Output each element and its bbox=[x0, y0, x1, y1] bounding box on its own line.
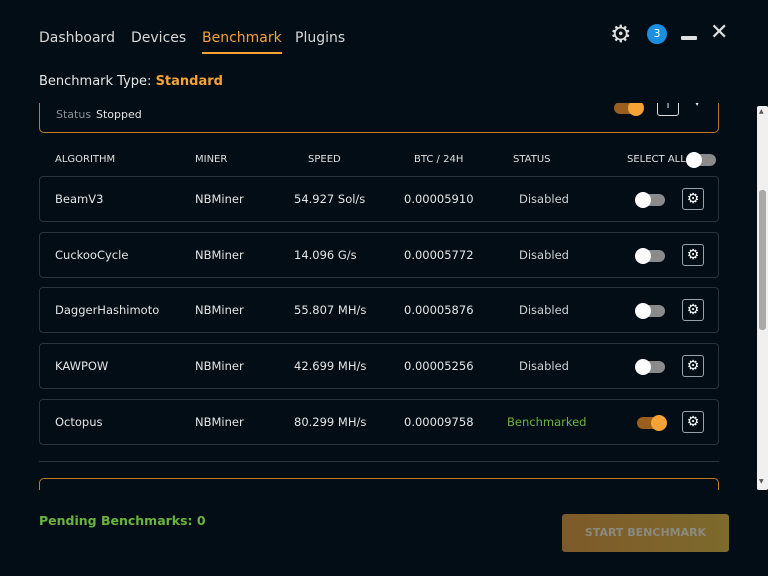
miner: NBMiner bbox=[195, 247, 244, 262]
status: Disabled bbox=[519, 303, 569, 318]
algorithm-settings-gear-icon[interactable]: ⚙ bbox=[682, 299, 704, 322]
algorithm-settings-gear-icon[interactable]: ⚙ bbox=[682, 188, 704, 210]
tab-devices[interactable]: Devices bbox=[131, 30, 186, 46]
chevron-down-icon[interactable]: ▼ bbox=[694, 103, 700, 107]
table-row: Octopus NBMiner 80.299 MH/s 0.00009758 B… bbox=[39, 398, 719, 445]
enable-toggle[interactable] bbox=[635, 359, 665, 376]
miner: NBMiner bbox=[195, 359, 244, 374]
algorithm-settings-gear-icon[interactable]: ⚙ bbox=[682, 243, 704, 266]
col-algorithm: ALGORITHM bbox=[55, 154, 116, 165]
scroll-area: Status Stopped i ▼ ALGORITHM MINER SPEED… bbox=[0, 103, 768, 490]
scrollbar-thumb[interactable] bbox=[759, 190, 766, 330]
status-label: Status bbox=[56, 108, 92, 121]
algorithm: CuckooCycle bbox=[55, 247, 129, 262]
algorithm: DaggerHashimoto bbox=[55, 303, 160, 318]
enable-toggle[interactable] bbox=[635, 192, 665, 208]
pending-benchmarks: Pending Benchmarks: 0 bbox=[39, 513, 206, 528]
algorithm-settings-gear-icon[interactable]: ⚙ bbox=[682, 410, 704, 433]
close-icon[interactable]: ✕ bbox=[710, 20, 728, 45]
algorithm: BeamV3 bbox=[55, 192, 104, 206]
settings-gear-icon[interactable]: ⚙ bbox=[610, 20, 632, 48]
status-value: Stopped bbox=[96, 108, 142, 121]
status: Benchmarked bbox=[507, 414, 587, 429]
miner: NBMiner bbox=[195, 192, 244, 206]
table-row: DaggerHashimoto NBMiner 55.807 MH/s 0.00… bbox=[39, 287, 719, 334]
scroll-down-icon[interactable]: ▼ bbox=[759, 478, 764, 485]
scrollbar[interactable]: ▲ ▼ bbox=[757, 106, 768, 490]
status: Disabled bbox=[519, 247, 569, 262]
device-card: Status Stopped i ▼ bbox=[39, 103, 719, 133]
btc-24h: 0.00005910 bbox=[404, 192, 474, 206]
notification-badge[interactable]: 3 bbox=[647, 24, 667, 44]
benchmark-type-value[interactable]: Standard bbox=[156, 74, 223, 89]
status: Disabled bbox=[519, 192, 569, 206]
speed: 80.299 MH/s bbox=[294, 414, 367, 429]
algorithm: Octopus bbox=[55, 414, 103, 429]
col-status: STATUS bbox=[513, 154, 551, 165]
info-icon[interactable]: i bbox=[657, 103, 679, 116]
table-row: BeamV3 NBMiner 54.927 Sol/s 0.00005910 D… bbox=[39, 176, 719, 222]
select-all-toggle[interactable] bbox=[686, 152, 716, 168]
speed: 14.096 G/s bbox=[294, 247, 357, 262]
enable-toggle[interactable] bbox=[637, 414, 667, 431]
col-btc: BTC / 24H bbox=[414, 154, 464, 165]
miner: NBMiner bbox=[195, 303, 244, 318]
btc-24h: 0.00005772 bbox=[404, 247, 474, 262]
col-miner: MINER bbox=[195, 154, 228, 165]
next-device-card bbox=[39, 478, 719, 490]
tab-plugins[interactable]: Plugins bbox=[295, 30, 345, 46]
enable-toggle[interactable] bbox=[635, 247, 665, 264]
speed: 55.807 MH/s bbox=[294, 303, 367, 318]
minimize-icon[interactable] bbox=[681, 36, 697, 40]
tab-benchmark[interactable]: Benchmark bbox=[202, 30, 282, 54]
col-speed: SPEED bbox=[308, 154, 341, 165]
divider bbox=[39, 461, 719, 462]
benchmark-type-label: Benchmark Type: bbox=[39, 74, 152, 89]
enable-toggle[interactable] bbox=[635, 303, 665, 320]
speed: 42.699 MH/s bbox=[294, 359, 367, 374]
status: Disabled bbox=[519, 359, 569, 374]
scroll-up-icon[interactable]: ▲ bbox=[759, 108, 764, 115]
algorithm: KAWPOW bbox=[55, 359, 109, 374]
start-benchmark-button[interactable]: START BENCHMARK bbox=[562, 514, 729, 552]
algorithm-settings-gear-icon[interactable]: ⚙ bbox=[682, 355, 704, 378]
tab-dashboard[interactable]: Dashboard bbox=[39, 30, 115, 46]
btc-24h: 0.00005876 bbox=[404, 303, 474, 318]
speed: 54.927 Sol/s bbox=[294, 192, 366, 206]
miner: NBMiner bbox=[195, 414, 244, 429]
select-all-label: SELECT ALL bbox=[627, 154, 686, 165]
btc-24h: 0.00009758 bbox=[404, 414, 474, 429]
benchmark-type: Benchmark Type: Standard bbox=[39, 74, 223, 89]
table-row: KAWPOW NBMiner 42.699 MH/s 0.00005256 Di… bbox=[39, 343, 719, 390]
device-toggle[interactable] bbox=[614, 103, 644, 116]
btc-24h: 0.00005256 bbox=[404, 359, 474, 374]
table-row: CuckooCycle NBMiner 14.096 G/s 0.0000577… bbox=[39, 231, 719, 278]
